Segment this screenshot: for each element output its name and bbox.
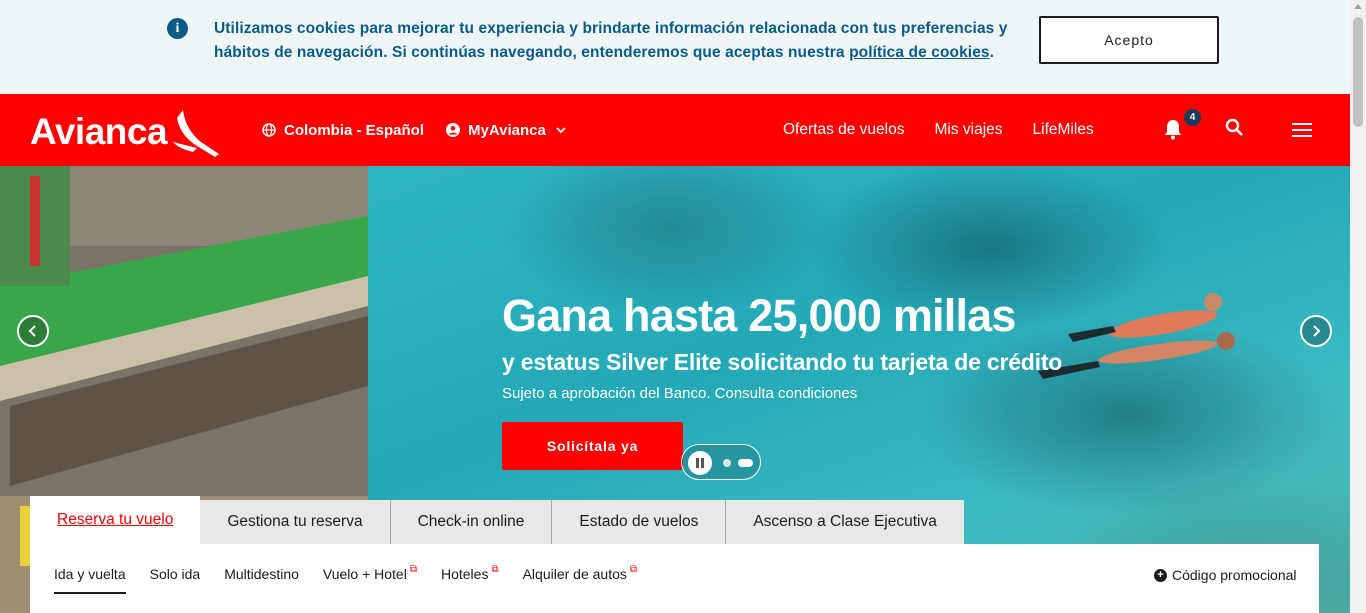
subtab-round-trip[interactable]: Ida y vuelta [54,566,126,594]
next-slide-button[interactable] [1300,315,1332,347]
previous-slide-button[interactable] [17,315,49,347]
promo-code-link[interactable]: + Código promocional [1154,567,1297,583]
bell-icon[interactable] [1163,118,1183,145]
page-scrollbar[interactable] [1350,0,1366,613]
avianca-logo[interactable]: Avianca [30,102,221,157]
hero-subtitle: y estatus Silver Elite solicitando tu ta… [502,349,1063,375]
myavianca-label: MyAvianca [468,121,546,139]
search-icon[interactable] [1225,118,1244,142]
subtab-hotels[interactable]: Hoteles ⧉ [441,564,499,594]
external-link-icon: ⧉ [409,564,417,575]
tab-manage-booking[interactable]: Gestiona tu reserva [200,500,391,544]
user-icon [446,123,460,137]
chevron-left-icon [28,325,36,337]
cookie-banner: i Utilizamos cookies para mejorar tu exp… [0,0,1350,94]
tab-upgrade[interactable]: Ascenso a Clase Ejecutiva [726,500,964,544]
country-selector[interactable]: Colombia - Español [262,94,424,166]
hero-disclaimer: Sujeto a aprobación del Banco. Consulta … [502,385,858,402]
tab-check-in[interactable]: Check-in online [390,500,553,544]
globe-icon [262,123,276,137]
header-links: Ofertas de vuelos Mis viajes LifeMiles [783,94,1124,166]
booking-panel: Ida y vuelta Solo ida Multidestino Vuelo… [30,544,1319,613]
promo-code-label: Código promocional [1172,567,1297,583]
notification-count-badge: 4 [1184,109,1201,126]
nav-my-trips-link[interactable]: Mis viajes [934,121,1002,139]
nav-lifemiles-link[interactable]: LifeMiles [1033,121,1094,139]
chevron-down-icon [556,126,566,134]
subtab-car-rental[interactable]: Alquiler de autos ⧉ [523,564,638,594]
chevron-right-icon [1313,325,1321,337]
scrollbar-thumb[interactable] [1353,17,1363,127]
carousel-dot-active[interactable] [738,459,753,467]
site-header: Avianca Colombia - Español MyAvianca Ofe… [0,94,1350,166]
avianca-bird-icon [173,110,220,157]
pause-icon[interactable] [688,451,712,475]
accept-cookies-button[interactable]: Acepto [1039,16,1219,64]
plus-circle-icon: + [1154,568,1167,582]
apply-now-button[interactable]: Solicítala ya [502,422,683,470]
subtab-multi-city[interactable]: Multidestino [224,566,299,594]
snorkelers-illustration [1038,293,1235,379]
subtab-one-way[interactable]: Solo ida [150,566,201,594]
hamburger-menu-icon[interactable] [1292,123,1312,142]
cookie-policy-link[interactable]: política de cookies [849,44,990,61]
cookie-text: Utilizamos cookies para mejorar tu exper… [214,20,1008,61]
booking-tabs: Reserva tu vuelo Gestiona tu reserva Che… [30,496,964,544]
info-icon: i [167,18,188,39]
trip-type-tabs: Ida y vuelta Solo ida Multidestino Vuelo… [54,564,661,594]
myavianca-menu[interactable]: MyAvianca [446,94,566,166]
hero-title: Gana hasta 25,000 millas [502,290,1016,341]
external-link-icon: ⧉ [629,564,638,575]
scroll-up-arrow-icon[interactable] [1354,4,1362,9]
carousel-dot[interactable] [723,459,731,467]
tab-flight-status[interactable]: Estado de vuelos [552,500,727,544]
nav-offers-link[interactable]: Ofertas de vuelos [783,121,904,139]
country-label: Colombia - Español [284,121,425,139]
subtab-flight-hotel[interactable]: Vuelo + Hotel ⧉ [323,564,417,594]
carousel-pager [681,444,761,480]
external-link-icon: ⧉ [491,564,499,575]
tab-book-flight[interactable]: Reserva tu vuelo [30,496,201,544]
